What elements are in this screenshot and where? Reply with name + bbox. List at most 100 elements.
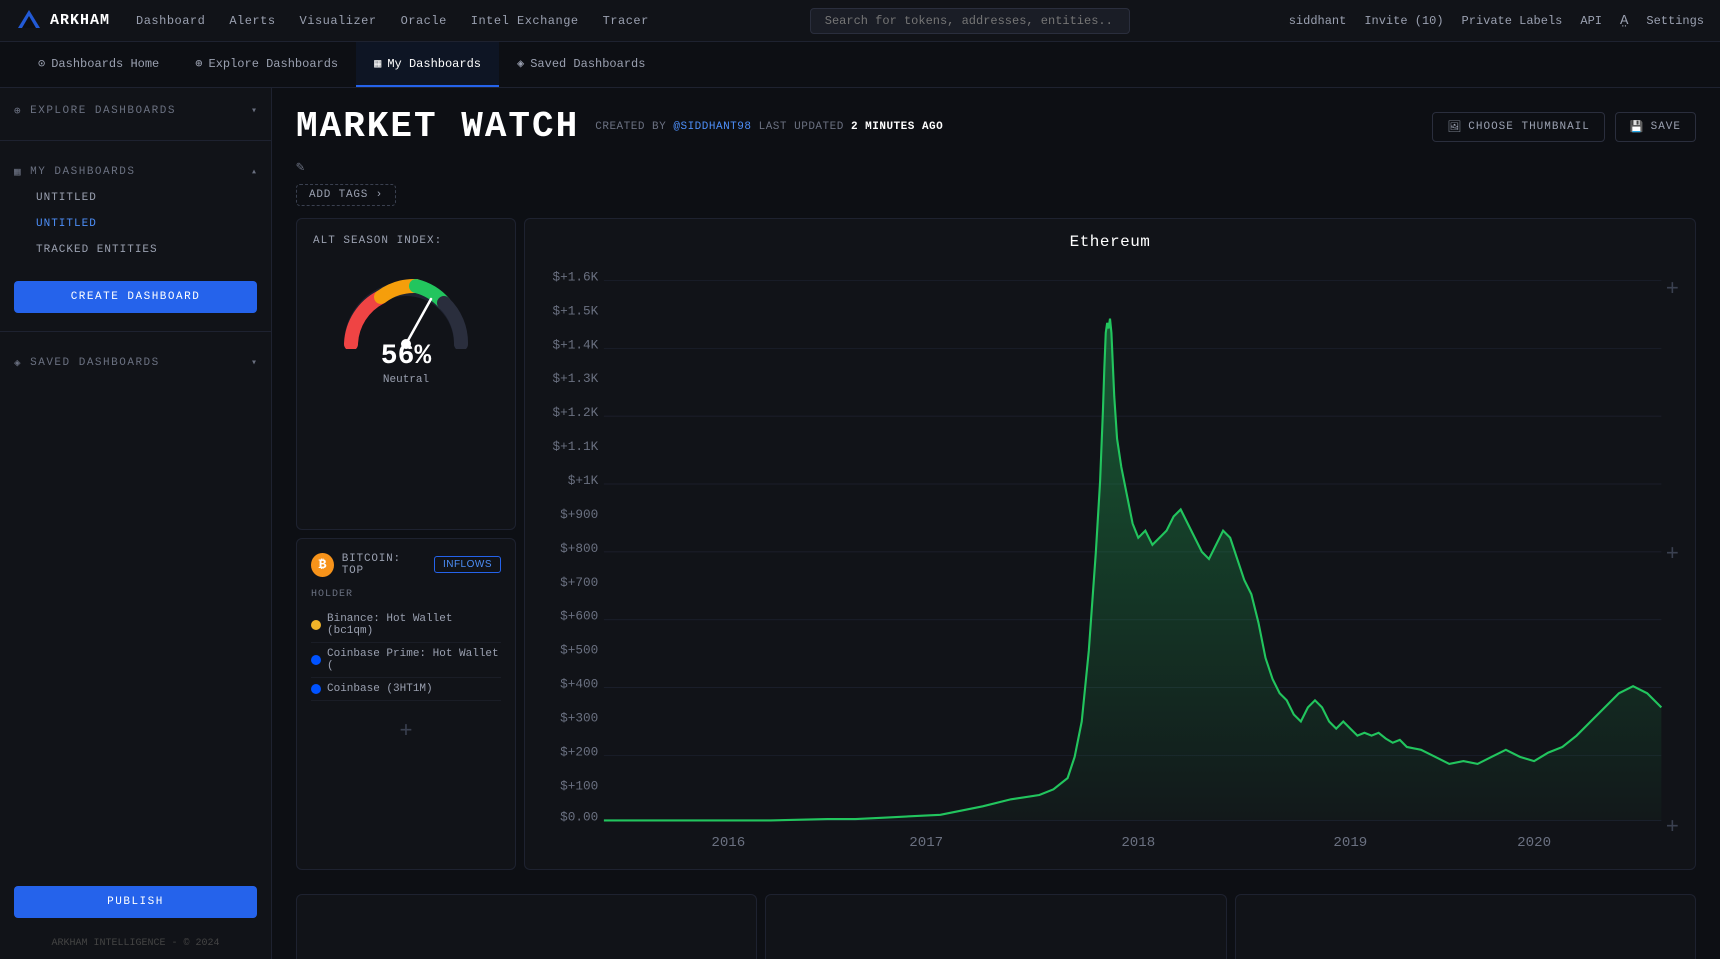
saved-dashboards-section: ◈ SAVED DASHBOARDS ▾: [0, 340, 271, 384]
svg-text:$+500: $+500: [560, 643, 598, 658]
sidebar: ⊕ EXPLORE DASHBOARDS ▾ ▦ MY DASHBOARDS ▴…: [0, 88, 272, 959]
bottom-card-3: +: [1235, 894, 1696, 959]
svg-text:$+900: $+900: [560, 507, 598, 522]
create-dashboard-button[interactable]: CREATE DASHBOARD: [14, 281, 257, 313]
nav-visualizer[interactable]: Visualizer: [298, 10, 379, 32]
svg-text:$+1.6K: $+1.6K: [552, 269, 598, 284]
bitcoin-header: ₿ BITCOIN: TOP INFLOWS: [311, 553, 501, 577]
topnav: ARKHAM Dashboard Alerts Visualizer Oracl…: [0, 0, 1720, 42]
saved-dashboards-icon: ◈: [14, 356, 22, 370]
choose-thumbnail-button[interactable]: 🖼 CHOOSE THUMBNAIL: [1432, 112, 1605, 142]
holder-dot-3: [311, 684, 321, 694]
dashboards-home-icon: ⊙: [38, 56, 45, 71]
search-input[interactable]: [810, 8, 1130, 34]
bottom-card-1: +: [296, 894, 757, 959]
subnav-dashboards-home[interactable]: ⊙ Dashboards Home: [20, 42, 177, 87]
my-dashboards-chevron-icon: ▴: [251, 166, 257, 178]
chart-wrapper: $+1.6K $+1.5K $+1.4K $+1.3K $+1.2K $+1.1…: [525, 255, 1695, 859]
svg-text:$+1.4K: $+1.4K: [552, 337, 598, 352]
sidebar-footer: ARKHAM INTELLIGENCE - © 2024: [0, 928, 271, 959]
search-container: [675, 8, 1265, 34]
svg-text:$+1.2K: $+1.2K: [552, 405, 598, 420]
holder-name-1: Binance: Hot Wallet (bc1qm): [327, 613, 501, 637]
sidebar-item-tracked-entities[interactable]: TRACKED ENTITIES: [14, 237, 257, 263]
topnav-links: Dashboard Alerts Visualizer Oracle Intel…: [134, 10, 651, 32]
my-dashboards-header[interactable]: ▦ MY DASHBOARDS ▴: [14, 165, 257, 179]
explore-section-header[interactable]: ⊕ EXPLORE DASHBOARDS ▾: [14, 104, 257, 118]
holder-dot-1: [311, 620, 321, 630]
settings-link[interactable]: Settings: [1646, 14, 1704, 28]
nav-oracle[interactable]: Oracle: [399, 10, 449, 32]
bitcoin-add-widget-button[interactable]: +: [399, 721, 412, 743]
inflows-badge[interactable]: INFLOWS: [434, 556, 501, 573]
publish-button[interactable]: PUBLISH: [14, 886, 257, 918]
saved-dashboards-header[interactable]: ◈ SAVED DASHBOARDS ▾: [14, 356, 257, 370]
language-icon[interactable]: A̤: [1620, 13, 1628, 29]
saved-chevron-icon: ▾: [251, 357, 257, 369]
save-icon: 💾: [1630, 120, 1645, 134]
chart-add-top-right[interactable]: +: [1666, 279, 1679, 301]
bitcoin-label: BITCOIN: TOP: [342, 553, 426, 577]
eth-chart-title: Ethereum: [525, 219, 1695, 255]
edit-icon[interactable]: ✎: [296, 159, 304, 176]
thumbnail-icon: 🖼: [1447, 120, 1462, 134]
my-dashboards-section: ▦ MY DASHBOARDS ▴ UNTITLED UNTITLED TRAC…: [0, 149, 271, 271]
subnav-my-dashboards[interactable]: ▦ My Dashboards: [356, 42, 499, 87]
private-labels-link[interactable]: Private Labels: [1462, 14, 1563, 28]
alt-season-widget: ALT SEASON INDEX:: [296, 218, 516, 530]
holder-name-3: Coinbase (3HT1M): [327, 683, 433, 695]
svg-text:$+200: $+200: [560, 744, 598, 759]
logo[interactable]: ARKHAM: [16, 8, 110, 34]
my-dashboards-title: ▦ MY DASHBOARDS: [14, 165, 135, 179]
page-meta: CREATED BY @SIDDHANT98 LAST UPDATED 2 MI…: [595, 121, 943, 133]
svg-text:$+1.5K: $+1.5K: [552, 303, 598, 318]
page-title: MARKET WATCH: [296, 106, 579, 147]
subnav-saved-dashboards[interactable]: ◈ Saved Dashboards: [499, 42, 663, 87]
svg-text:$+400: $+400: [560, 677, 598, 692]
svg-text:2018: 2018: [1121, 835, 1155, 849]
nav-alerts[interactable]: Alerts: [227, 10, 277, 32]
nav-dashboard[interactable]: Dashboard: [134, 10, 207, 32]
save-button[interactable]: 💾 SAVE: [1615, 112, 1696, 142]
svg-text:$+1.1K: $+1.1K: [552, 439, 598, 454]
my-dashboards-icon: ▦: [374, 56, 381, 71]
holder-row-3[interactable]: Coinbase (3HT1M): [311, 678, 501, 701]
holder-column-label: HOLDER: [311, 589, 501, 600]
sidebar-item-untitled-1[interactable]: UNTITLED: [14, 185, 257, 211]
api-link[interactable]: API: [1580, 14, 1602, 28]
svg-text:2017: 2017: [909, 835, 943, 849]
sidebar-bottom: PUBLISH ARKHAM INTELLIGENCE - © 2024: [0, 876, 271, 959]
nav-tracer[interactable]: Tracer: [601, 10, 651, 32]
svg-text:$+1K: $+1K: [568, 473, 599, 488]
user-label[interactable]: siddhant: [1289, 14, 1347, 28]
edit-row: ✎: [272, 155, 1720, 184]
subnav-saved-label: Saved Dashboards: [530, 57, 645, 71]
sidebar-item-untitled-2[interactable]: UNTITLED: [14, 211, 257, 237]
subnav-my-dashboards-label: My Dashboards: [387, 57, 481, 71]
gauge-container: 56% Neutral: [313, 261, 499, 394]
svg-text:2020: 2020: [1517, 835, 1551, 849]
explore-chevron-icon: ▾: [251, 105, 257, 117]
holder-row-1[interactable]: Binance: Hot Wallet (bc1qm): [311, 608, 501, 643]
holder-dot-2: [311, 655, 321, 665]
bottom-row: + + +: [272, 894, 1720, 959]
bitcoin-widget: ₿ BITCOIN: TOP INFLOWS HOLDER Binance: H…: [296, 538, 516, 870]
holder-row-2[interactable]: Coinbase Prime: Hot Wallet (: [311, 643, 501, 678]
subnav-dashboards-home-label: Dashboards Home: [51, 57, 159, 71]
subnav-explore-dashboards[interactable]: ⊕ Explore Dashboards: [177, 42, 356, 87]
nav-intel-exchange[interactable]: Intel Exchange: [469, 10, 581, 32]
svg-text:$+800: $+800: [560, 541, 598, 556]
saved-dashboards-icon: ◈: [517, 56, 524, 71]
invite-button[interactable]: Invite (10): [1364, 14, 1443, 28]
svg-text:$0.00: $0.00: [560, 809, 598, 824]
sidebar-divider-1: [0, 140, 271, 141]
explore-icon: ⊕: [14, 104, 22, 118]
svg-text:$+1.3K: $+1.3K: [552, 371, 598, 386]
chart-add-bottom-right[interactable]: +: [1666, 817, 1679, 839]
chart-add-mid-right[interactable]: +: [1666, 544, 1679, 566]
holder-name-2: Coinbase Prime: Hot Wallet (: [327, 648, 501, 672]
tags-row: ADD TAGS ›: [272, 184, 1720, 218]
svg-text:2019: 2019: [1333, 835, 1367, 849]
add-tags-button[interactable]: ADD TAGS ›: [296, 184, 396, 206]
saved-dashboards-title: ◈ SAVED DASHBOARDS: [14, 356, 160, 370]
